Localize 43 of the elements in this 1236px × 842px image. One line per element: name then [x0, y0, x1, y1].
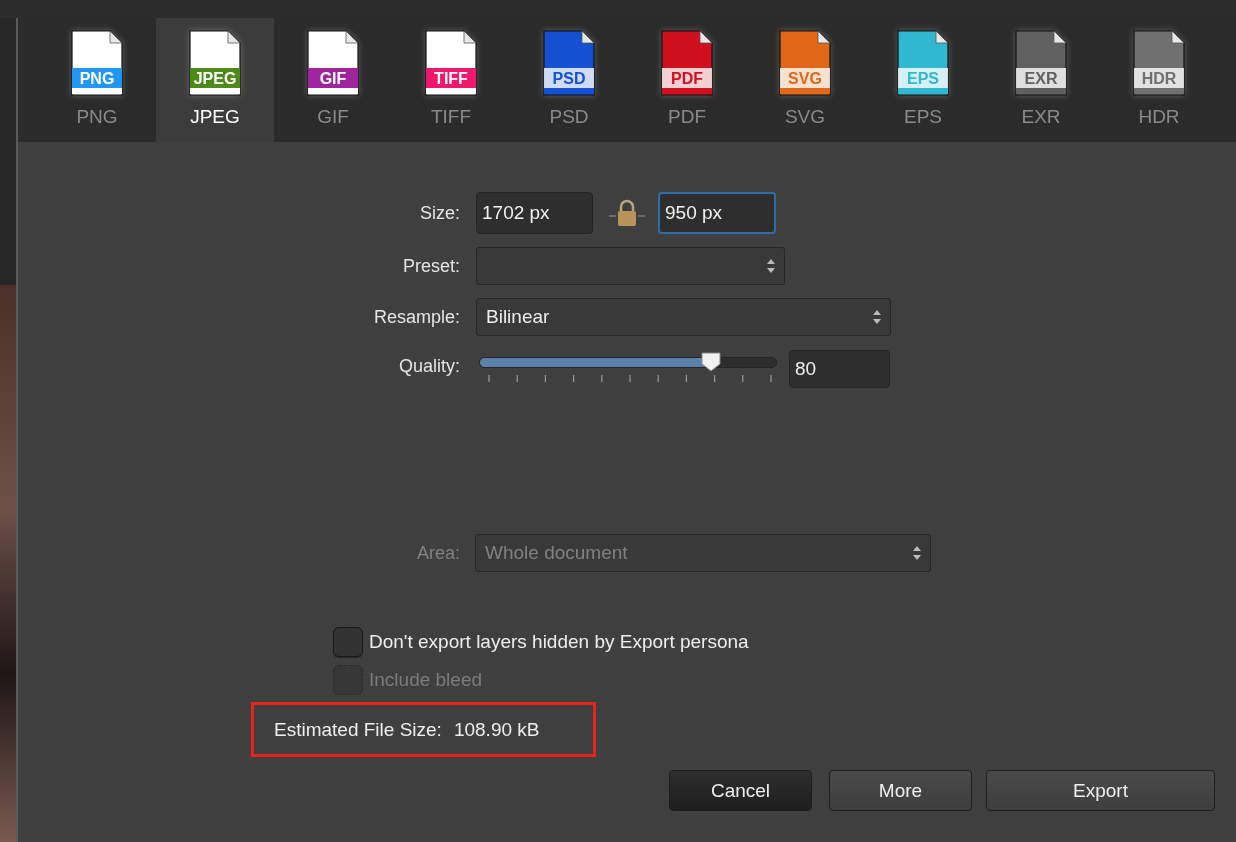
file-icon: GIF: [306, 30, 360, 96]
area-label: Area:: [415, 542, 460, 564]
format-tab[interactable]: HDR HDR: [1100, 18, 1218, 142]
resample-label: Resample:: [372, 306, 460, 328]
preset-label: Preset:: [401, 255, 460, 277]
format-tab[interactable]: PDF PDF: [628, 18, 746, 142]
estimate-value: 108.90 kB: [453, 718, 540, 741]
dialog-button[interactable]: More: [829, 770, 972, 811]
dialog-button[interactable]: Cancel: [669, 770, 812, 811]
file-icon: JPEG: [188, 30, 242, 96]
height-field[interactable]: 950 px: [658, 192, 776, 234]
width-field[interactable]: 1702 px: [476, 192, 593, 234]
dialog-button[interactable]: Export: [986, 770, 1215, 811]
checkbox-label: Don't export layers hidden by Export persona: [369, 631, 749, 653]
format-tab[interactable]: EPS EPS: [864, 18, 982, 142]
file-icon: PSD: [542, 30, 596, 96]
file-icon: EXR: [1014, 30, 1068, 96]
lock-icon[interactable]: [607, 198, 647, 228]
checkbox[interactable]: [333, 627, 363, 657]
stepper-arrows-icon: [766, 258, 776, 274]
format-tab[interactable]: SVG SVG: [746, 18, 864, 142]
format-tab[interactable]: TIFF TIFF: [392, 18, 510, 142]
format-tab[interactable]: GIF GIF: [274, 18, 392, 142]
quality-slider[interactable]: [479, 351, 777, 373]
format-tab[interactable]: PNG PNG: [38, 18, 156, 142]
file-icon: HDR: [1132, 30, 1186, 96]
file-icon: PDF: [660, 30, 714, 96]
size-label: Size:: [418, 202, 460, 224]
estimate-label: Estimated File Size:: [274, 718, 442, 741]
format-tab[interactable]: JPEG JPEG: [156, 18, 274, 142]
quality-field[interactable]: 80: [789, 350, 890, 388]
file-icon: TIFF: [424, 30, 478, 96]
file-icon: PNG: [70, 30, 124, 96]
format-tab[interactable]: EXR EXR: [982, 18, 1100, 142]
stepper-arrows-icon: [872, 309, 882, 325]
quality-label: Quality:: [397, 356, 460, 377]
format-tab[interactable]: PSD PSD: [510, 18, 628, 142]
slider-thumb[interactable]: [700, 351, 723, 373]
checkbox-label: Include bleed: [369, 669, 483, 691]
stepper-arrows-icon: [912, 545, 922, 561]
file-icon: EPS: [896, 30, 950, 96]
file-icon: SVG: [778, 30, 832, 96]
resample-dropdown[interactable]: Bilinear: [476, 298, 891, 336]
